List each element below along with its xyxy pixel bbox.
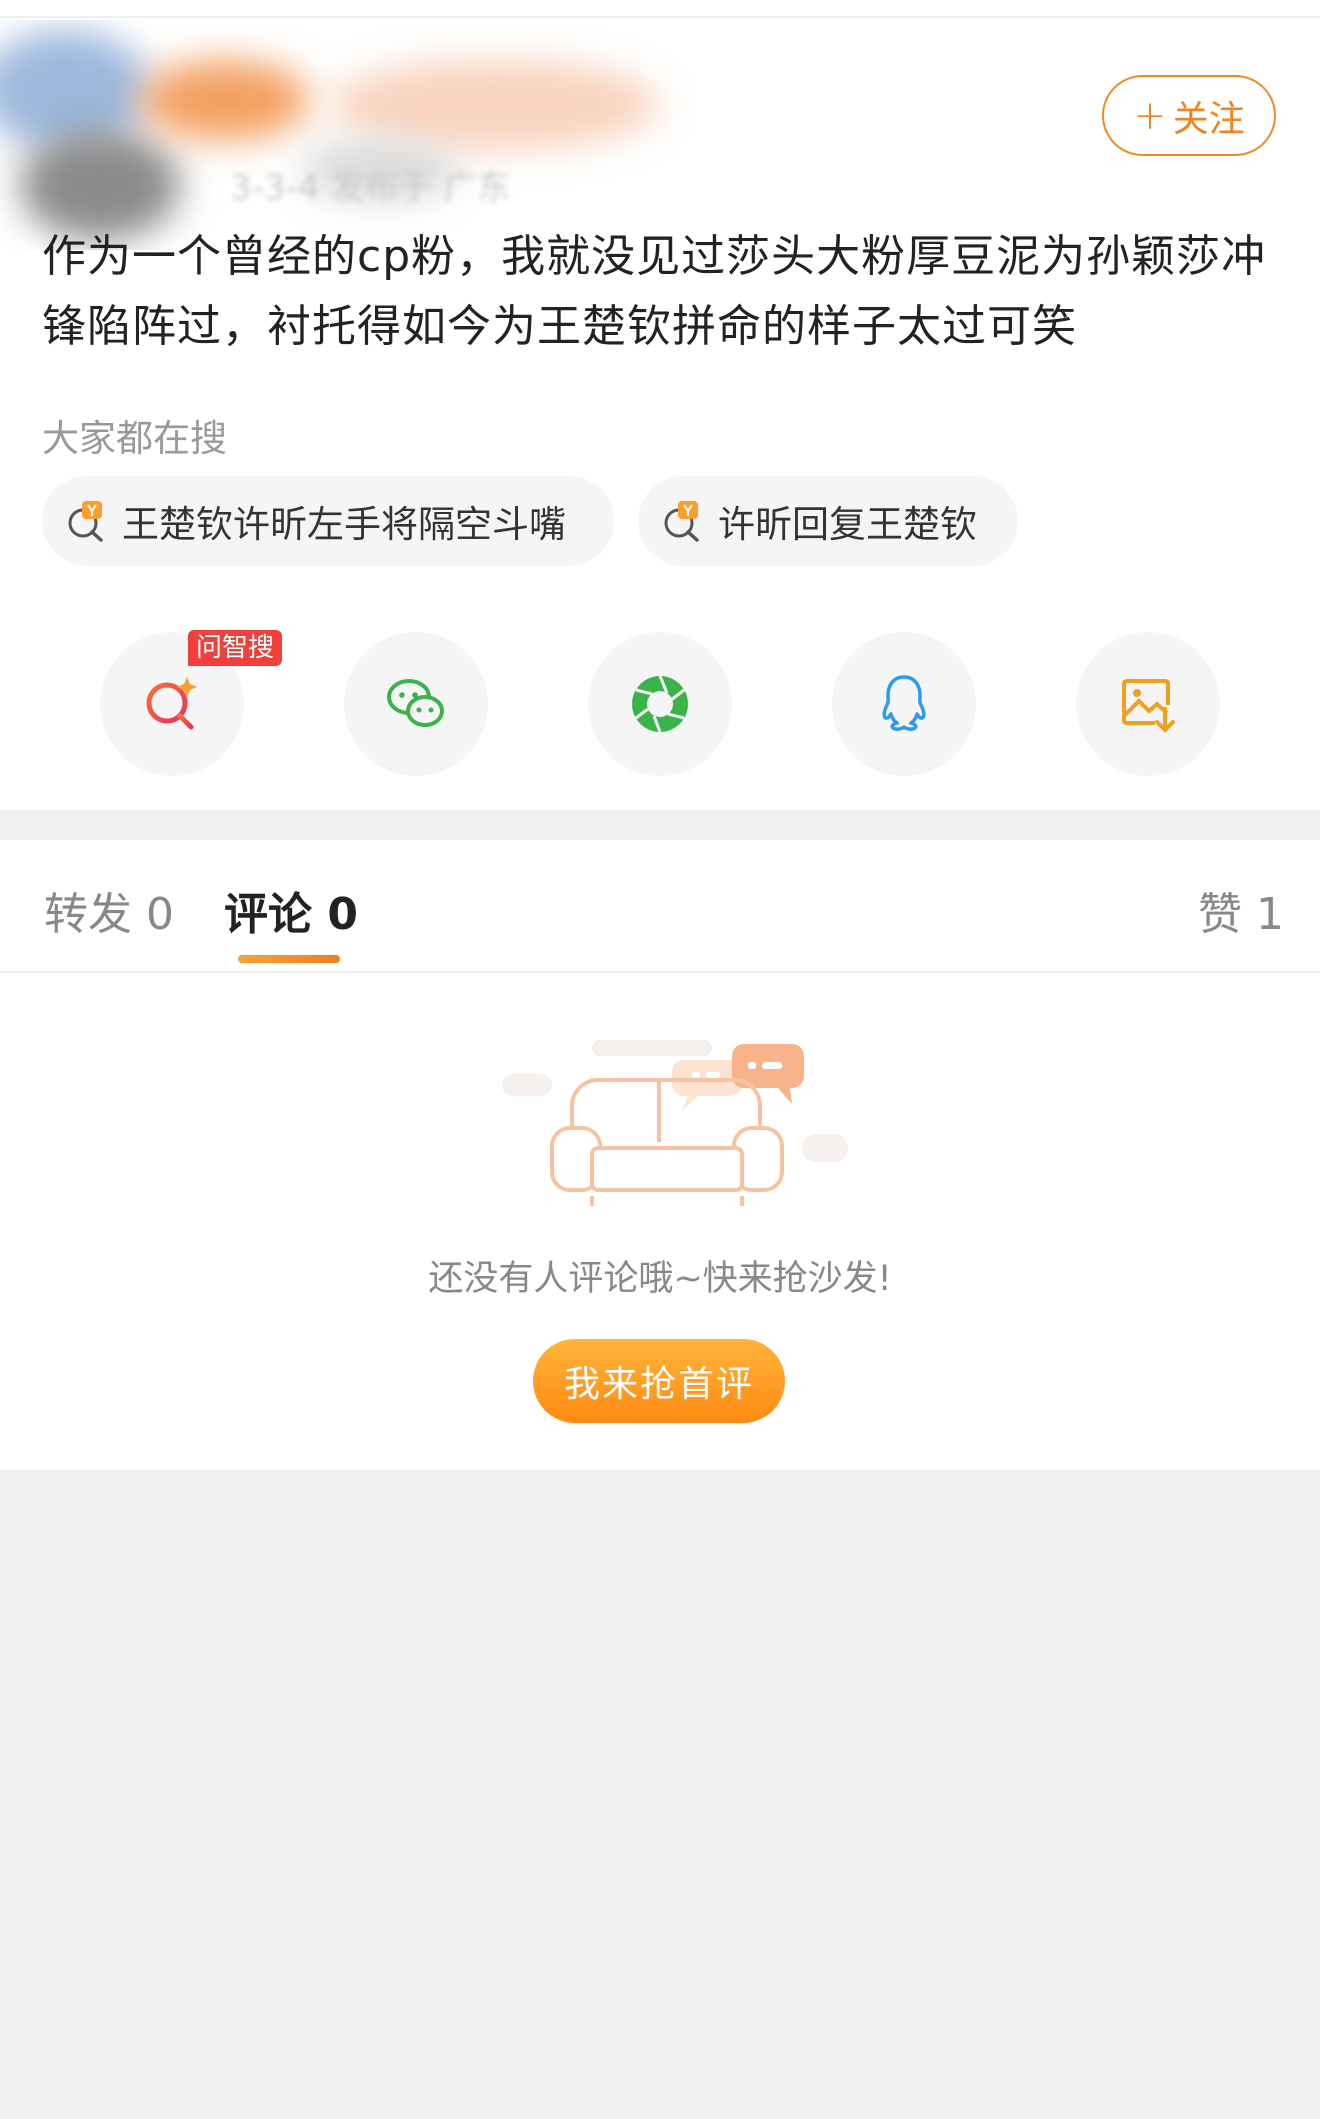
wechat-share-button[interactable]	[344, 632, 488, 776]
plus-icon: +	[1133, 92, 1167, 139]
ai-search-badge: 问智搜	[188, 630, 283, 666]
follow-button[interactable]: + 关注	[1102, 75, 1276, 156]
blurred-author-header: 3-3-4 发布于 广东	[0, 20, 720, 250]
wechat-icon	[387, 679, 444, 727]
hot-search-icon	[68, 501, 103, 542]
empty-sofa-illustration	[502, 1040, 848, 1206]
hot-search-title: 大家都在搜	[42, 417, 227, 460]
chip-label: 许昕回复王楚钦	[718, 503, 977, 546]
empty-comments-message: 还没有人评论哦~快来抢沙发!	[428, 1259, 892, 1299]
tab-comments[interactable]: 评论 0	[224, 878, 358, 942]
post-text: 作为一个曾经的cp粉，我就没见过莎头大粉厚豆泥为孙颖莎冲锋陷阵过，衬托得如今为王…	[42, 231, 1267, 352]
hot-search-chip[interactable]: 许昕回复王楚钦	[638, 476, 1018, 566]
first-comment-button[interactable]: 我来抢首评	[533, 1339, 785, 1423]
moments-share-button[interactable]	[588, 632, 732, 776]
tab-repost[interactable]: 转发 0	[44, 878, 174, 942]
save-image-icon	[1122, 679, 1175, 733]
moments-icon	[632, 675, 688, 733]
post-meta: 3-3-4 发布于 广东	[230, 168, 512, 208]
tab-likes[interactable]: 赞 1	[1198, 878, 1284, 942]
chip-label: 王楚钦许昕左手将隔空斗嘴	[122, 503, 566, 546]
ai-search-icon	[146, 677, 197, 730]
follow-label: 关注	[1172, 98, 1245, 140]
tab-divider	[0, 971, 1320, 973]
top-divider	[0, 16, 1320, 18]
post-card: 3-3-4 发布于 广东 + 关注 作为一个曾经的cp粉，我就没见过莎头大粉厚豆…	[0, 0, 1320, 810]
hot-search-chip[interactable]: 王楚钦许昕左手将隔空斗嘴	[42, 476, 614, 566]
qq-share-button[interactable]	[832, 632, 976, 776]
active-tab-indicator	[238, 955, 340, 963]
qq-icon	[882, 675, 926, 731]
save-image-button[interactable]	[1076, 632, 1220, 776]
hot-search-icon	[664, 501, 699, 542]
